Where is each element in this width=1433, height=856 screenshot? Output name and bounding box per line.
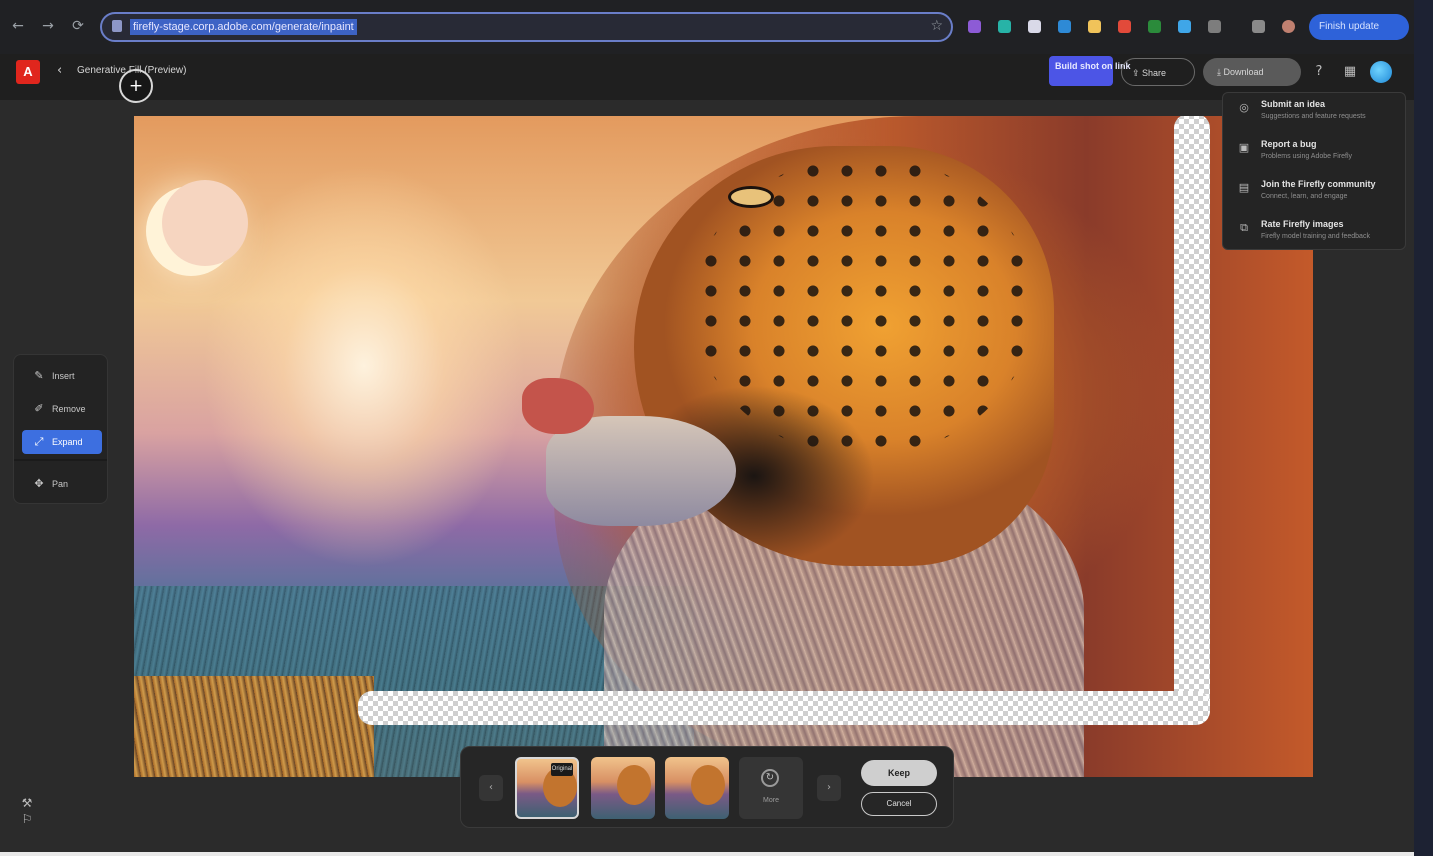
- menu-item-title: Report a bug: [1261, 139, 1317, 149]
- extension-icon[interactable]: [1028, 20, 1041, 33]
- cancel-button[interactable]: Cancel: [861, 792, 937, 816]
- tool-pan[interactable]: ✥ Pan: [22, 472, 102, 496]
- settings-tools-icon[interactable]: ⚒ ⚐: [18, 795, 36, 829]
- tool-label: Pan: [52, 479, 69, 489]
- expand-icon: ⤢: [34, 435, 44, 448]
- tool-insert[interactable]: ✎ Insert: [22, 364, 102, 388]
- adobe-logo[interactable]: A: [16, 60, 40, 84]
- foreground-grass-detail: [134, 676, 374, 777]
- app-window: ← → ⟳ firefly-stage.corp.adobe.com/gener…: [0, 0, 1414, 852]
- forward-icon[interactable]: →: [38, 16, 58, 36]
- image-canvas[interactable]: [134, 116, 1313, 777]
- insert-icon: ✎: [34, 369, 44, 382]
- download-label: Download: [1223, 67, 1264, 77]
- tool-label: Remove: [52, 404, 86, 414]
- share-label: Share: [1142, 68, 1167, 78]
- tool-panel: ✎ Insert ✐ Remove ⤢ Expand ✥ Pan: [13, 354, 108, 504]
- download-button[interactable]: ⤓ Download: [1203, 58, 1301, 86]
- rate-icon: ⧉: [1240, 221, 1248, 234]
- puzzle-icon[interactable]: [1208, 20, 1221, 33]
- address-bar[interactable]: firefly-stage.corp.adobe.com/generate/in…: [100, 12, 953, 42]
- profile-icon[interactable]: [1282, 20, 1295, 33]
- menu-item-rate-images[interactable]: ⧉ Rate Firefly images Firefly model trai…: [1231, 215, 1401, 251]
- menu-item-community[interactable]: ▤ Join the Firefly community Connect, le…: [1231, 175, 1401, 211]
- build-button[interactable]: Build shot on link: [1049, 56, 1131, 86]
- menu-item-subtitle: Problems using Adobe Firefly: [1261, 153, 1353, 160]
- keep-button[interactable]: Keep: [861, 760, 937, 786]
- extension-icon[interactable]: [1088, 20, 1101, 33]
- remove-icon: ✐: [34, 402, 44, 415]
- original-badge: Original: [551, 763, 573, 776]
- brush-cursor: +: [119, 69, 153, 103]
- menu-item-title: Join the Firefly community: [1261, 179, 1376, 189]
- muzzle-detail: [546, 416, 736, 526]
- help-menu: ◎ Submit an idea Suggestions and feature…: [1222, 92, 1406, 250]
- apps-grid-icon[interactable]: ▦: [1341, 63, 1359, 81]
- tool-label: Insert: [52, 371, 75, 381]
- reload-icon[interactable]: ⟳: [68, 16, 88, 36]
- menu-item-subtitle: Firefly model training and feedback: [1261, 233, 1370, 240]
- expand-mask-vertical[interactable]: [1174, 116, 1210, 724]
- next-variation-button[interactable]: ›: [817, 775, 841, 801]
- back-chevron-icon[interactable]: ‹: [57, 63, 62, 78]
- more-variations-button[interactable]: ↻ More: [739, 757, 803, 819]
- variation-thumbnail[interactable]: [591, 757, 655, 819]
- tool-label: Expand: [52, 437, 83, 447]
- share-icon: ⇪: [1132, 68, 1143, 78]
- menu-item-submit-idea[interactable]: ◎ Submit an idea Suggestions and feature…: [1231, 95, 1401, 131]
- extension-icon[interactable]: [1178, 20, 1191, 33]
- previous-variation-button[interactable]: ‹: [479, 775, 503, 801]
- menu-item-subtitle: Suggestions and feature requests: [1261, 113, 1366, 120]
- more-label: More: [763, 797, 779, 804]
- extension-icon[interactable]: [1118, 20, 1131, 33]
- avatar[interactable]: [1370, 61, 1392, 83]
- share-button[interactable]: ⇪ Share: [1121, 58, 1195, 86]
- menu-item-report-bug[interactable]: ▣ Report a bug Problems using Adobe Fire…: [1231, 135, 1401, 171]
- browser-toolbar: ← → ⟳ firefly-stage.corp.adobe.com/gener…: [0, 0, 1414, 54]
- url-text[interactable]: firefly-stage.corp.adobe.com/generate/in…: [130, 19, 357, 35]
- community-icon: ▤: [1238, 181, 1250, 194]
- finish-update-button[interactable]: Finish update: [1309, 14, 1409, 40]
- variation-thumbnail[interactable]: Original: [515, 757, 579, 819]
- variation-thumbnail[interactable]: [665, 757, 729, 819]
- eye-detail: [728, 186, 774, 208]
- variations-bar: ‹ Original ↻ More › Keep Cancel: [460, 746, 954, 828]
- tool-divider: [14, 459, 107, 461]
- menu-item-title: Submit an idea: [1261, 99, 1326, 109]
- tool-remove[interactable]: ✐ Remove: [22, 397, 102, 421]
- lightbulb-icon: ◎: [1239, 101, 1249, 114]
- tool-expand[interactable]: ⤢ Expand: [22, 430, 102, 454]
- refresh-icon: ↻: [761, 769, 779, 787]
- extension-icon[interactable]: [1058, 20, 1071, 33]
- expand-mask-horizontal[interactable]: [358, 691, 1210, 725]
- help-icon[interactable]: ?: [1310, 63, 1328, 81]
- back-icon[interactable]: ←: [8, 16, 28, 36]
- bug-icon: ▣: [1238, 141, 1250, 154]
- lock-icon: [112, 20, 122, 32]
- extension-icon[interactable]: [1148, 20, 1161, 33]
- app-header: A ‹ Generative Fill (Preview) Build shot…: [0, 54, 1414, 100]
- desktop-edge: [1414, 0, 1433, 856]
- bookmark-star-icon[interactable]: ☆: [930, 18, 943, 34]
- crosshair-icon: +: [128, 76, 144, 96]
- menu-item-subtitle: Connect, learn, and engage: [1261, 193, 1348, 200]
- menu-item-title: Rate Firefly images: [1261, 219, 1344, 229]
- moon-image-detail: [146, 180, 248, 276]
- extension-icon[interactable]: [968, 20, 981, 33]
- downloads-icon[interactable]: [1252, 20, 1265, 33]
- pan-icon: ✥: [34, 477, 44, 490]
- extension-icon[interactable]: [998, 20, 1011, 33]
